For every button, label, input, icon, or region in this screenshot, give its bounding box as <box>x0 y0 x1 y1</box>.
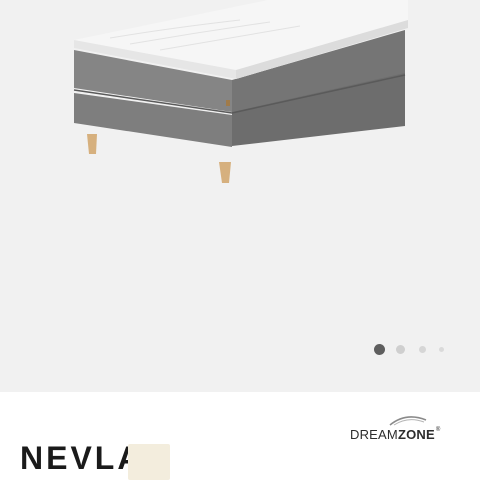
brand-wordmark: DREAMZONE® <box>350 427 441 442</box>
brand-name-part2: ZONE <box>397 427 435 442</box>
pager-dot[interactable] <box>439 347 444 352</box>
brand-name-part1: DREAM <box>350 427 398 442</box>
product-title: NEVLA <box>20 440 144 476</box>
image-pager <box>372 343 452 357</box>
product-gallery[interactable] <box>0 0 480 392</box>
swoosh-icon <box>389 416 427 426</box>
pager-dot[interactable] <box>419 346 426 353</box>
bed-leg-front-left <box>87 134 97 154</box>
brand-logo[interactable]: DREAMZONE® <box>350 414 462 444</box>
product-image <box>73 0 408 183</box>
product-badge <box>128 444 170 480</box>
registered-mark: ® <box>435 427 441 433</box>
pager-dot-active[interactable] <box>374 344 385 355</box>
bed-leg-front-right <box>219 162 231 183</box>
pager-dot[interactable] <box>396 345 405 354</box>
